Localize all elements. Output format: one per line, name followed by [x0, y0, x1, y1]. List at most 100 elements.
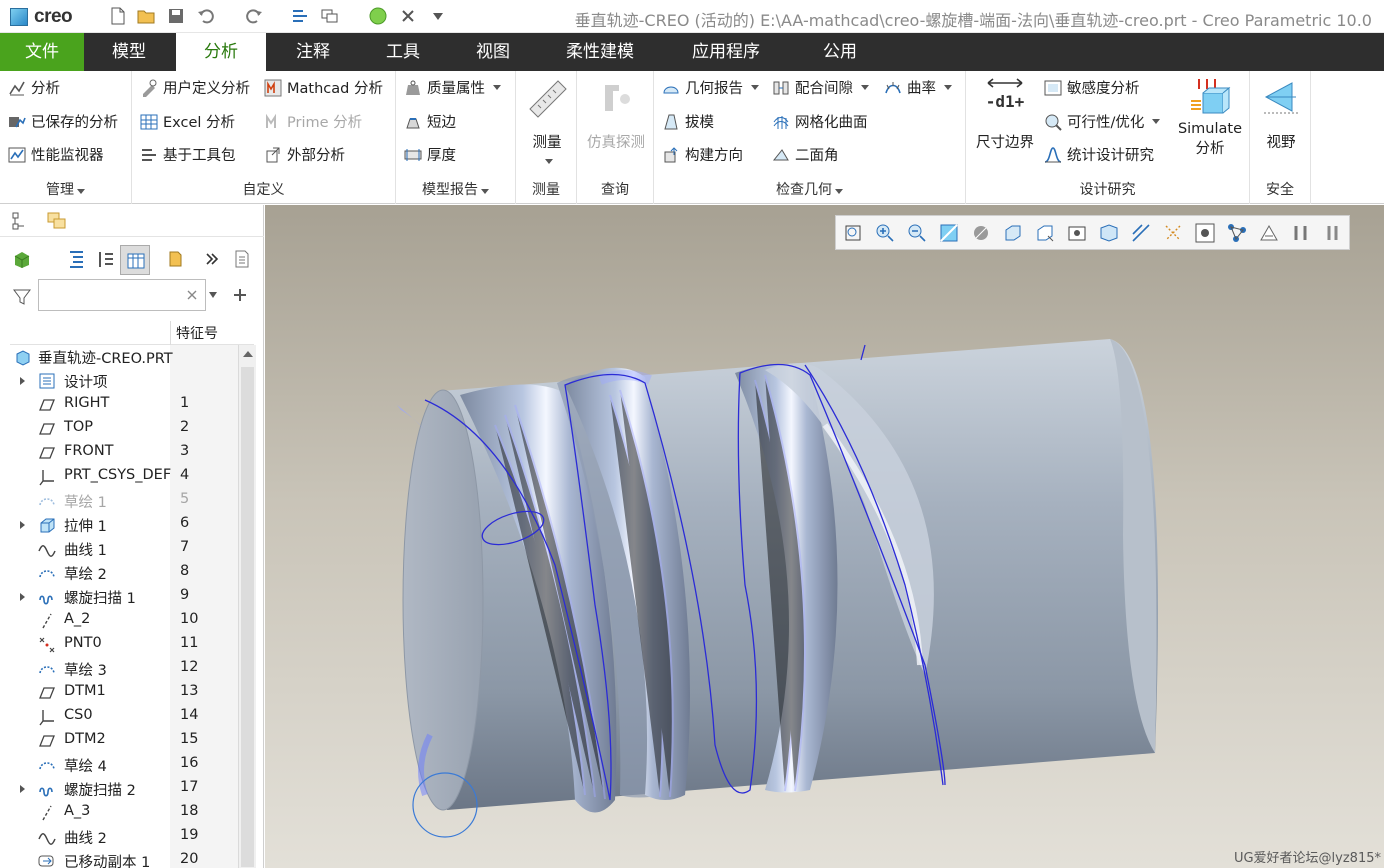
tree-row[interactable]: A_3 18: [10, 801, 238, 825]
tree-row[interactable]: A_2 10: [10, 609, 238, 633]
tree-row[interactable]: RIGHT 1: [10, 393, 238, 417]
chevron-down-icon[interactable]: [208, 291, 218, 299]
layers-tab-icon[interactable]: [46, 211, 68, 231]
view-manager-icon[interactable]: [1066, 222, 1088, 244]
tab-tools-common[interactable]: 公用: [800, 33, 880, 71]
user-defined-analysis-button[interactable]: 用户定义分析: [140, 77, 250, 98]
tree-row[interactable]: CS0 14: [10, 705, 238, 729]
mesh-surface-button[interactable]: 网格化曲面: [772, 111, 868, 132]
tree-row[interactable]: 草绘 1 5: [10, 489, 238, 513]
standard-orientation-icon[interactable]: [1002, 222, 1024, 244]
3d-model-render[interactable]: [265, 205, 1384, 868]
tree-row[interactable]: DTM2 15: [10, 729, 238, 753]
tab-file[interactable]: 文件: [0, 33, 84, 71]
mathcad-analysis-button[interactable]: Mathcad 分析: [264, 77, 383, 98]
customize-toolbar-icon[interactable]: [428, 6, 448, 26]
show-tree-icon[interactable]: [66, 249, 86, 269]
toolkit-based-button[interactable]: 基于工具包: [140, 144, 236, 165]
scrollbar-thumb[interactable]: [241, 367, 254, 867]
tree-row[interactable]: DTM1 13: [10, 681, 238, 705]
sensitivity-analysis-button[interactable]: 敏感度分析: [1044, 77, 1140, 98]
settings-icon[interactable]: [166, 249, 186, 269]
spin-center-icon[interactable]: [1226, 222, 1248, 244]
simulate-analysis-button[interactable]: Simulate 分析: [1172, 75, 1248, 158]
scroll-up-icon[interactable]: [243, 351, 253, 357]
refit-icon[interactable]: [842, 222, 864, 244]
analysis-button[interactable]: 分析: [8, 77, 60, 98]
group-manage-label[interactable]: 管理: [0, 179, 131, 199]
tree-filters-icon[interactable]: [96, 249, 116, 269]
tree-row[interactable]: 曲线 2 19: [10, 825, 238, 849]
zoom-in-icon[interactable]: [874, 222, 896, 244]
geometry-report-button[interactable]: 几何报告: [662, 77, 759, 98]
tree-row[interactable]: 草绘 2 8: [10, 561, 238, 585]
mass-properties-button[interactable]: 质量属性: [404, 77, 501, 98]
dihedral-angle-button[interactable]: 二面角: [772, 144, 839, 165]
field-of-view-button[interactable]: 视野: [1254, 75, 1308, 152]
feasibility-optimization-button[interactable]: 可行性/优化: [1044, 111, 1161, 132]
mating-clearance-button[interactable]: 配合间隙: [772, 77, 869, 98]
open-folder-icon[interactable]: [136, 6, 156, 26]
expand-arrow-icon[interactable]: [20, 785, 25, 793]
close-window-icon[interactable]: [398, 6, 418, 26]
tree-root-part[interactable]: 垂直轨迹-CREO.PRT: [10, 345, 238, 369]
saved-analyses-button[interactable]: 已保存的分析: [8, 111, 118, 132]
tree-columns-button[interactable]: [120, 245, 150, 275]
tree-row[interactable]: 螺旋扫描 1 9: [10, 585, 238, 609]
add-icon[interactable]: [232, 287, 248, 303]
group-model-report-label[interactable]: 模型报告: [396, 179, 515, 199]
thickness-button[interactable]: 厚度: [404, 144, 456, 165]
tree-scrollbar[interactable]: [238, 345, 256, 868]
simulation-probe-button[interactable]: 仿真探测: [581, 75, 651, 152]
tab-annotate[interactable]: 注释: [268, 33, 358, 71]
saved-orientations-icon[interactable]: [1034, 222, 1056, 244]
tab-flexible-modeling[interactable]: 柔性建模: [550, 33, 650, 71]
performance-monitor-button[interactable]: 性能监视器: [8, 144, 104, 165]
tree-row[interactable]: 已移动副本 1 20: [10, 849, 238, 868]
expand-arrow-icon[interactable]: [20, 593, 25, 601]
curvature-button[interactable]: 曲率: [884, 77, 952, 98]
datum-display-icon[interactable]: [1162, 222, 1184, 244]
pause-icon[interactable]: [1322, 222, 1344, 244]
tree-row[interactable]: 螺旋扫描 2 17: [10, 777, 238, 801]
redo-icon[interactable]: [244, 6, 264, 26]
repaint-icon[interactable]: [938, 222, 960, 244]
save-icon[interactable]: [166, 6, 186, 26]
skeleton-icon[interactable]: [1258, 222, 1280, 244]
dimension-boundary-button[interactable]: -d1+ 尺寸边界: [972, 75, 1038, 152]
excel-analysis-button[interactable]: Excel 分析: [140, 111, 235, 132]
build-direction-button[interactable]: 构建方向: [662, 144, 743, 165]
short-edge-button[interactable]: 短边: [404, 111, 456, 132]
tree-row[interactable]: 草绘 3 12: [10, 657, 238, 681]
undo-icon[interactable]: [196, 6, 216, 26]
tab-tools[interactable]: 工具: [358, 33, 448, 71]
regenerate-icon[interactable]: [290, 6, 310, 26]
annotation-display-icon[interactable]: [1194, 222, 1216, 244]
tree-row[interactable]: 拉伸 1 6: [10, 513, 238, 537]
windows-icon[interactable]: [320, 6, 340, 26]
prime-analysis-button[interactable]: Prime 分析: [264, 111, 362, 132]
graphics-viewport[interactable]: UG爱好者论坛@lyz815*: [265, 205, 1384, 868]
new-file-icon[interactable]: [108, 6, 128, 26]
zoom-out-icon[interactable]: [906, 222, 928, 244]
tree-row[interactable]: 草绘 4 16: [10, 753, 238, 777]
tree-row[interactable]: FRONT 3: [10, 441, 238, 465]
tab-view[interactable]: 视图: [448, 33, 538, 71]
feature-icon[interactable]: [12, 249, 32, 269]
display-style-icon[interactable]: [970, 222, 992, 244]
draft-button[interactable]: 拔模: [662, 111, 714, 132]
feature-id-column-header[interactable]: 特征号: [176, 323, 218, 343]
tab-analysis[interactable]: 分析: [176, 33, 266, 71]
measure-button[interactable]: 测量: [522, 75, 572, 168]
tree-row[interactable]: PRT_CSYS_DEF 4: [10, 465, 238, 489]
hidden-line-icon[interactable]: [1290, 222, 1312, 244]
model-tree-tab-icon[interactable]: [10, 211, 30, 231]
tree-row[interactable]: TOP 2: [10, 417, 238, 441]
tab-model[interactable]: 模型: [84, 33, 174, 71]
more-chevron-icon[interactable]: [204, 251, 220, 267]
expand-arrow-icon[interactable]: [20, 521, 25, 529]
tree-row[interactable]: PNT0 11: [10, 633, 238, 657]
clear-search-icon[interactable]: [186, 289, 198, 301]
properties-icon[interactable]: [232, 249, 252, 269]
group-inspect-label[interactable]: 检查几何: [654, 179, 965, 199]
